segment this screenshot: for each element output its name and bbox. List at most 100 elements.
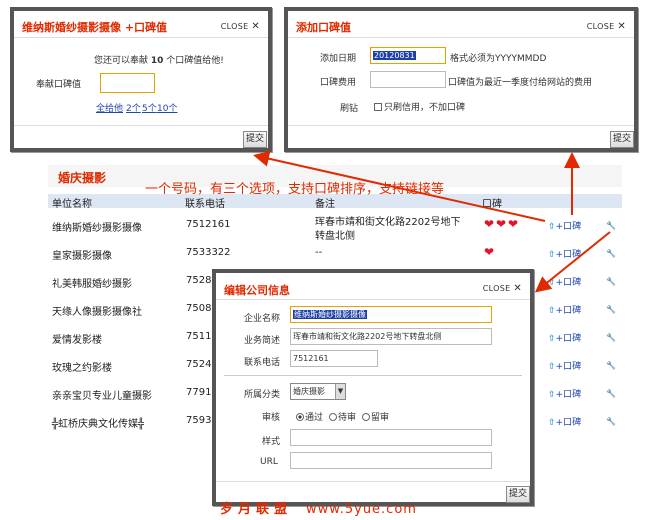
heart-icon: ❤ — [508, 217, 519, 231]
submit-button[interactable]: 提交 — [243, 131, 267, 148]
edit-company-dialog: 编辑公司信息 CLOSE ✕ 企业名称 维纳斯婚纱摄影摄像 业务简述 珲春市靖和… — [212, 269, 534, 506]
add-reputation-label[interactable]: +口碑 — [556, 306, 582, 316]
wrench-icon[interactable]: 🔧 — [606, 333, 616, 342]
column-note: 备注 — [315, 199, 335, 210]
company-phone: 7524 — [186, 359, 212, 370]
give-all-link[interactable]: 全给他 — [96, 101, 123, 114]
company-note: 珲春市靖和街文化路2202号地下 — [315, 217, 461, 228]
company-name[interactable]: 维纳斯婚纱摄影摄像 — [52, 219, 142, 234]
divider — [14, 125, 268, 126]
phone-input[interactable]: 7512161 — [290, 350, 378, 367]
submit-button[interactable]: 提交 — [610, 131, 634, 148]
company-name[interactable]: 礼美韩服婚纱摄影 — [52, 275, 132, 290]
company-phone: 7528 — [186, 275, 212, 286]
company-name[interactable]: 玫瑰之约影楼 — [52, 359, 112, 374]
column-phone: 联系电话 — [185, 199, 225, 210]
fee-input[interactable] — [370, 71, 446, 88]
give-2-link[interactable]: 2个 — [126, 101, 141, 114]
radio-icon[interactable] — [329, 413, 337, 421]
heart-icon: ❤ — [496, 217, 507, 231]
review-radio-hold[interactable]: 留审 — [362, 410, 389, 423]
company-name[interactable]: 爱情发影楼 — [52, 331, 102, 346]
submit-button[interactable]: 提交 — [506, 486, 530, 503]
add-reputation-label[interactable]: +口碑 — [556, 418, 582, 428]
company-phone: 7512161 — [186, 219, 231, 230]
company-phone: 7508 — [186, 303, 212, 314]
date-hint: 格式必须为YYYYMMDD — [450, 54, 547, 64]
url-input[interactable] — [290, 452, 492, 469]
close-button[interactable]: CLOSE ✕ — [483, 283, 522, 294]
company-input[interactable]: 维纳斯婚纱摄影摄像 — [290, 306, 492, 323]
add-reputation-button[interactable]: ⇧+口碑 — [548, 387, 581, 400]
divider — [14, 37, 268, 38]
add-reputation-label[interactable]: +口碑 — [556, 362, 582, 372]
business-label: 业务简述 — [244, 336, 281, 346]
wrench-icon[interactable]: 🔧 — [606, 361, 616, 370]
category-select[interactable]: 婚庆摄影 ▼ — [290, 383, 346, 400]
add-reputation-label[interactable]: +口碑 — [556, 278, 582, 288]
add-reputation-button[interactable]: ⇧+口碑 — [548, 303, 581, 316]
give-5-link[interactable]: 5个 — [142, 101, 157, 114]
up-arrow-icon[interactable]: ⇧ — [548, 418, 556, 428]
review-radio-pass[interactable]: 通过 — [296, 410, 323, 423]
company-phone: 7533322 — [186, 247, 231, 258]
review-radio-pending[interactable]: 待审 — [329, 410, 356, 423]
wrench-icon[interactable]: 🔧 — [606, 389, 616, 398]
chevron-down-icon[interactable]: ▼ — [335, 384, 345, 399]
wrench-icon[interactable]: 🔧 — [606, 249, 616, 258]
date-input[interactable]: 20120831 — [370, 47, 446, 64]
add-reputation-label[interactable]: +口碑 — [556, 334, 582, 344]
close-button[interactable]: CLOSE ✕ — [587, 21, 626, 32]
add-reputation-label[interactable]: +口碑 — [556, 222, 582, 232]
checkbox-icon[interactable] — [374, 103, 382, 111]
company-name[interactable]: 皇家摄影摄像 — [52, 247, 112, 262]
fee-hint: 口碑值为最近一季度付给网站的费用 — [448, 78, 593, 88]
divider — [288, 125, 634, 126]
column-name: 单位名称 — [52, 199, 92, 210]
url-label: URL — [260, 457, 278, 467]
heart-icon: ❤ — [484, 217, 495, 231]
business-input[interactable]: 珲春市靖和街文化路2202号地下转盘北侧 — [290, 328, 492, 345]
add-reputation-button[interactable]: ⇧+口碑 — [548, 359, 581, 372]
brush-checkbox[interactable]: 只刷信用，不加口碑 — [374, 100, 465, 113]
review-label: 审核 — [262, 413, 281, 423]
add-reputation-button[interactable]: ⇧+口碑 — [548, 275, 581, 288]
company-name[interactable]: 天缘人像摄影摄像社 — [52, 303, 142, 318]
date-label: 添加日期 — [320, 54, 357, 64]
style-input[interactable] — [290, 429, 492, 446]
up-arrow-icon[interactable]: ⇧ — [548, 250, 556, 260]
radio-icon[interactable] — [296, 413, 304, 421]
dialog-title: 维纳斯婚纱摄影摄像 +口碑值 — [22, 21, 168, 34]
add-reputation-button[interactable]: ⇧+口碑 — [548, 415, 581, 428]
up-arrow-icon[interactable]: ⇧ — [548, 278, 556, 288]
fee-label: 口碑费用 — [320, 78, 357, 88]
up-arrow-icon[interactable]: ⇧ — [548, 362, 556, 372]
radio-icon[interactable] — [362, 413, 370, 421]
add-reputation-label[interactable]: +口碑 — [556, 390, 582, 400]
annotation-text: 一个号码，有三个选项，支持口碑排序，支持链接等 — [145, 182, 445, 197]
give-10-link[interactable]: 10个 — [157, 101, 177, 114]
add-reputation-label[interactable]: +口碑 — [556, 250, 582, 260]
close-button[interactable]: CLOSE ✕ — [221, 21, 260, 32]
wrench-icon[interactable]: 🔧 — [606, 305, 616, 314]
up-arrow-icon[interactable]: ⇧ — [548, 306, 556, 316]
company-note-line2: 转盘北侧 — [315, 231, 355, 242]
add-reputation-button[interactable]: ⇧+口碑 — [548, 247, 581, 260]
company-phone: 7791 — [186, 387, 212, 398]
remaining-message: 您还可以奉献 10 个口碑值给他! — [94, 56, 224, 66]
category-label: 所属分类 — [244, 390, 281, 400]
company-name[interactable]: ╬虹桥庆典文化传媒╬ — [52, 415, 144, 430]
company-name[interactable]: 亲亲宝贝专业儿童摄影 — [52, 387, 152, 402]
up-arrow-icon[interactable]: ⇧ — [548, 334, 556, 344]
wrench-icon[interactable]: 🔧 — [606, 417, 616, 426]
add-reputation-button[interactable]: ⇧+口碑 — [548, 219, 581, 232]
up-arrow-icon[interactable]: ⇧ — [548, 390, 556, 400]
wrench-icon[interactable]: 🔧 — [606, 277, 616, 286]
wrench-icon[interactable]: 🔧 — [606, 221, 616, 230]
donate-input[interactable] — [100, 73, 155, 93]
up-arrow-icon[interactable]: ⇧ — [548, 222, 556, 232]
add-reputation-button[interactable]: ⇧+口碑 — [548, 331, 581, 344]
column-reputation: 口碑 — [482, 199, 502, 210]
close-icon: ✕ — [513, 283, 522, 294]
divider — [216, 299, 530, 300]
